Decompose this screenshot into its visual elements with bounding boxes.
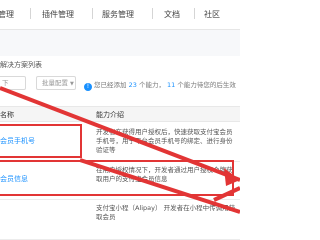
toolbar: 下 批量配置 ▼ ! 您已经添加 23 个能力， 11 个能力待您的后生效	[0, 76, 240, 92]
column-header-name: 名称	[0, 111, 14, 119]
chevron-down-icon: ▼	[70, 81, 74, 87]
status-middle: 个能力，	[138, 81, 165, 89]
info-icon: !	[84, 83, 92, 91]
download-button-label: 下	[2, 79, 9, 87]
status-prefix: 您已经添加	[94, 81, 127, 89]
highlight-box	[0, 160, 234, 196]
nav-item-docs[interactable]: 文档	[164, 9, 180, 20]
nav-divider	[92, 8, 93, 19]
table-row: 支付宝小程（Alipay） 开发者在小程中传调用获取会员	[0, 200, 240, 240]
page-background	[0, 30, 240, 56]
batch-config-button[interactable]: 批量配置 ▼	[36, 76, 76, 90]
table-header: 名称 能力介绍	[0, 106, 240, 122]
row-description: 开发者在获得用户授权后，快速获取支付宝会员手机号，用于平台会员手机号的绑定、进行…	[96, 128, 233, 154]
nav-item-management[interactable]: 管理	[0, 9, 14, 20]
batch-config-label: 批量配置	[42, 79, 68, 87]
nav-item-services[interactable]: 服务管理	[102, 9, 134, 20]
added-count: 23	[128, 81, 137, 89]
column-header-description: 能力介绍	[96, 111, 124, 119]
highlight-box	[0, 124, 82, 158]
nav-divider	[194, 8, 195, 19]
breadcrumb: 解决方案列表	[0, 56, 240, 74]
pending-count: 11	[167, 81, 176, 89]
nav-divider	[152, 8, 153, 19]
row-description: 支付宝小程（Alipay） 开发者在小程中传调用获取会员	[96, 204, 236, 221]
download-button[interactable]: 下	[0, 76, 26, 90]
top-navigation: 管理 插件管理 服务管理 文档 社区	[0, 0, 240, 30]
breadcrumb-label[interactable]: 解决方案列表	[0, 60, 42, 70]
status-suffix: 个能力待您的后生效	[177, 81, 236, 89]
nav-item-community[interactable]: 社区	[204, 9, 220, 20]
status-message: ! 您已经添加 23 个能力， 11 个能力待您的后生效	[84, 79, 236, 91]
nav-divider	[30, 8, 31, 19]
nav-item-plugins[interactable]: 插件管理	[42, 9, 74, 20]
